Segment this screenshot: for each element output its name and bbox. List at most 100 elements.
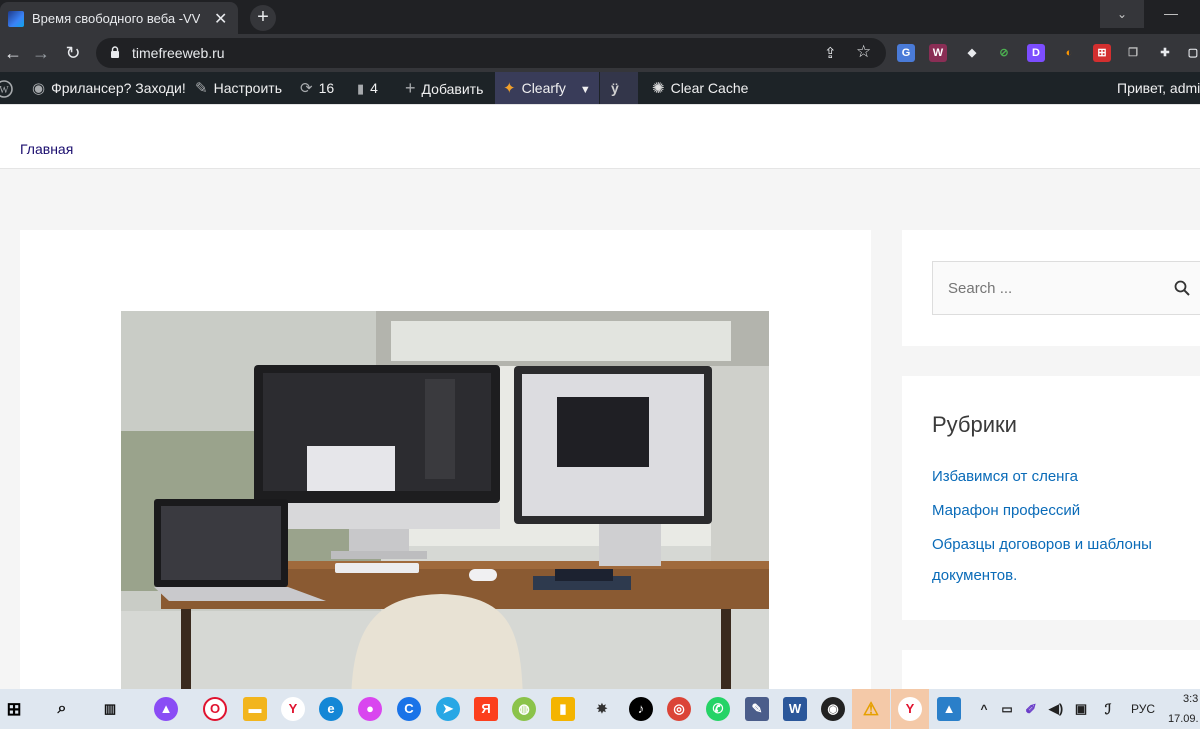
wp-customize-menu[interactable]: ✎ Настроить xyxy=(195,72,282,104)
address-bar[interactable]: timefreeweb.ru ⇪ ☆ xyxy=(96,38,886,68)
clearfy-item: ✦ Clearfy ▼ xyxy=(503,72,591,104)
puzzle-extensions-icon[interactable]: ✚ xyxy=(1156,44,1174,62)
opera-icon[interactable]: O xyxy=(203,697,227,721)
whatsapp-icon[interactable]: ✆ xyxy=(706,697,730,721)
plus-icon: + xyxy=(405,78,416,98)
half-circle-extension-icon[interactable]: ◐ xyxy=(1060,44,1078,62)
wp-add-new-menu[interactable]: + Добавить xyxy=(405,72,483,104)
wp-updates-count: 16 xyxy=(318,80,335,96)
tiktok-icon[interactable]: ♪ xyxy=(629,697,653,721)
updates-sync-icon: ⟳ xyxy=(300,80,313,97)
search-form xyxy=(932,261,1200,315)
volume-icon[interactable]: ◀) xyxy=(1044,697,1068,721)
windows-taskbar: ⊞ ⌕ ▥ ▲ O ▬ Y e ● C ➤ Я ◍ ▮ ✸ ♪ ◎ ✆ ✎ W … xyxy=(0,689,1200,729)
browser-toolbar: ← → ↻ timefreeweb.ru ⇪ ☆ G W ◆ ⊘ D ◐ ⊞ ❐… xyxy=(0,34,1200,72)
camera-app-icon[interactable]: ◉ xyxy=(821,697,845,721)
tray-pen-icon[interactable]: ✐ xyxy=(1019,697,1043,721)
warning-icon[interactable]: ⚠ xyxy=(859,697,883,721)
bookmark-star-icon[interactable]: ☆ xyxy=(856,42,871,62)
share-icon[interactable]: ⇪ xyxy=(824,44,837,62)
new-tab-button[interactable]: + xyxy=(250,5,276,31)
yandex-icon[interactable]: Я xyxy=(474,697,498,721)
wp-my-account-menu[interactable]: Привет, admin xyxy=(1117,72,1200,104)
red-extension-icon[interactable]: ⊞ xyxy=(1093,44,1111,62)
alice-assistant-icon[interactable]: ▲ xyxy=(154,697,178,721)
d-extension-icon[interactable]: D xyxy=(1027,44,1045,62)
comment-bubble-icon: ▮ xyxy=(357,81,365,96)
tennis-app-icon[interactable]: ◍ xyxy=(512,697,536,721)
translate-extension-icon[interactable]: G xyxy=(897,44,915,62)
green-extension-icon[interactable]: ⊘ xyxy=(995,44,1013,62)
wp-admin-bar: W ◉ Фрилансер? Заходи! ✎ Настроить ⟳ 16 ▮ 4 … xyxy=(0,72,1200,104)
tab-close-icon[interactable]: ✕ xyxy=(214,9,227,29)
lock-icon xyxy=(111,46,119,58)
search-icon[interactable] xyxy=(1173,279,1191,297)
tab-search-dropdown-button[interactable]: ⌄ xyxy=(1100,0,1144,28)
yandex-browser-icon[interactable]: Y xyxy=(281,697,305,721)
tray-display-icon[interactable]: ▭ xyxy=(995,697,1019,721)
category-link[interactable]: Образцы договоров и шаблоны xyxy=(932,536,1152,553)
category-link-continued[interactable]: документов. xyxy=(932,567,1017,584)
wp-yoast-seo-menu[interactable]: ÿ xyxy=(600,72,638,104)
wp-updates-menu[interactable]: ⟳ 16 xyxy=(300,72,334,104)
c-app-icon[interactable]: C xyxy=(397,697,421,721)
clock-time[interactable]: 3:3 xyxy=(1183,693,1198,705)
drop-app-icon[interactable]: ● xyxy=(358,697,382,721)
window-minimize-button[interactable]: — xyxy=(1146,0,1196,28)
wp-customize-label: Настроить xyxy=(213,80,282,96)
taskbar-search-icon[interactable]: ⌕ xyxy=(50,697,74,721)
editor-app-icon[interactable]: ✎ xyxy=(745,697,769,721)
sidebar-search-widget xyxy=(902,230,1200,346)
svg-text:W: W xyxy=(0,85,9,96)
workspace-photo xyxy=(121,311,769,700)
side-panel-icon[interactable]: ▢ xyxy=(1186,44,1200,62)
clock-date[interactable]: 17.09. xyxy=(1168,713,1199,725)
file-explorer-icon[interactable]: ▬ xyxy=(243,697,267,721)
edge-icon[interactable]: e xyxy=(319,697,343,721)
wp-add-label: Добавить xyxy=(421,81,484,97)
wordpress-logo-icon[interactable]: W xyxy=(0,72,14,104)
clear-cache-label: Clear Cache xyxy=(670,80,749,96)
word-icon[interactable]: W xyxy=(783,697,807,721)
forward-arrow-icon[interactable]: → xyxy=(28,40,54,66)
greeting-label: Привет, admin xyxy=(1117,80,1200,96)
category-link[interactable]: Марафон профессий xyxy=(932,502,1080,519)
clearfy-dropdown-icon: ▼ xyxy=(579,84,591,96)
browser-tab-strip: Время свободного веба -VV -Ті ✕ + ⌄ — xyxy=(0,0,1200,34)
wp-site-menu[interactable]: ◉ Фрилансер? Заходи! xyxy=(32,72,186,104)
task-view-icon[interactable]: ▥ xyxy=(98,697,122,721)
back-arrow-icon[interactable]: ← xyxy=(0,40,26,66)
language-indicator[interactable]: РУС xyxy=(1131,702,1155,716)
chrome-icon[interactable]: ◎ xyxy=(667,697,691,721)
search-input[interactable] xyxy=(933,262,1163,314)
sidebar-categories-widget: Рубрики Избавимся от сленга Марафон проф… xyxy=(902,376,1200,620)
wp-clearfy-menu[interactable]: ✦ Clearfy ▼ xyxy=(495,72,599,104)
telegram-icon[interactable]: ➤ xyxy=(436,697,460,721)
categories-heading: Рубрики xyxy=(932,412,1017,437)
analytics-icon[interactable]: ▮ xyxy=(551,697,575,721)
eraser-extension-icon[interactable]: ◆ xyxy=(963,44,981,62)
tray-meet-icon[interactable]: ▣ xyxy=(1069,697,1093,721)
w-extension-icon[interactable]: W xyxy=(929,44,947,62)
copy-extension-icon[interactable]: ❐ xyxy=(1124,44,1142,62)
featured-image[interactable] xyxy=(121,311,769,700)
site-favicon-icon xyxy=(8,11,24,27)
site-header: Главная xyxy=(0,104,1200,169)
browser-tab[interactable]: Время свободного веба -VV -Ті ✕ xyxy=(0,2,238,34)
photos-icon[interactable]: ▲ xyxy=(937,697,961,721)
tray-chevron-icon[interactable]: ^ xyxy=(972,697,996,721)
category-link[interactable]: Избавимся от сленга xyxy=(932,468,1078,485)
clearfy-star-icon: ✦ xyxy=(503,80,516,97)
gimp-icon[interactable]: ✸ xyxy=(590,697,614,721)
wp-comments-menu[interactable]: ▮ 4 xyxy=(357,72,378,104)
paintbrush-icon: ✎ xyxy=(195,80,208,97)
yandex-browser-active-icon[interactable]: Y xyxy=(898,697,922,721)
tab-title: Время свободного веба -VV -Ті xyxy=(32,11,200,26)
windows-start-icon[interactable]: ⊞ xyxy=(2,697,26,721)
nav-link-home[interactable]: Главная xyxy=(20,141,73,157)
wp-clear-cache-menu[interactable]: ✺ Clear Cache xyxy=(652,72,748,104)
reload-icon[interactable]: ↻ xyxy=(60,40,86,66)
url-text[interactable]: timefreeweb.ru xyxy=(132,45,225,61)
tray-signature-icon[interactable]: ℐ xyxy=(1096,697,1120,721)
clearfy-label: Clearfy xyxy=(521,80,566,96)
